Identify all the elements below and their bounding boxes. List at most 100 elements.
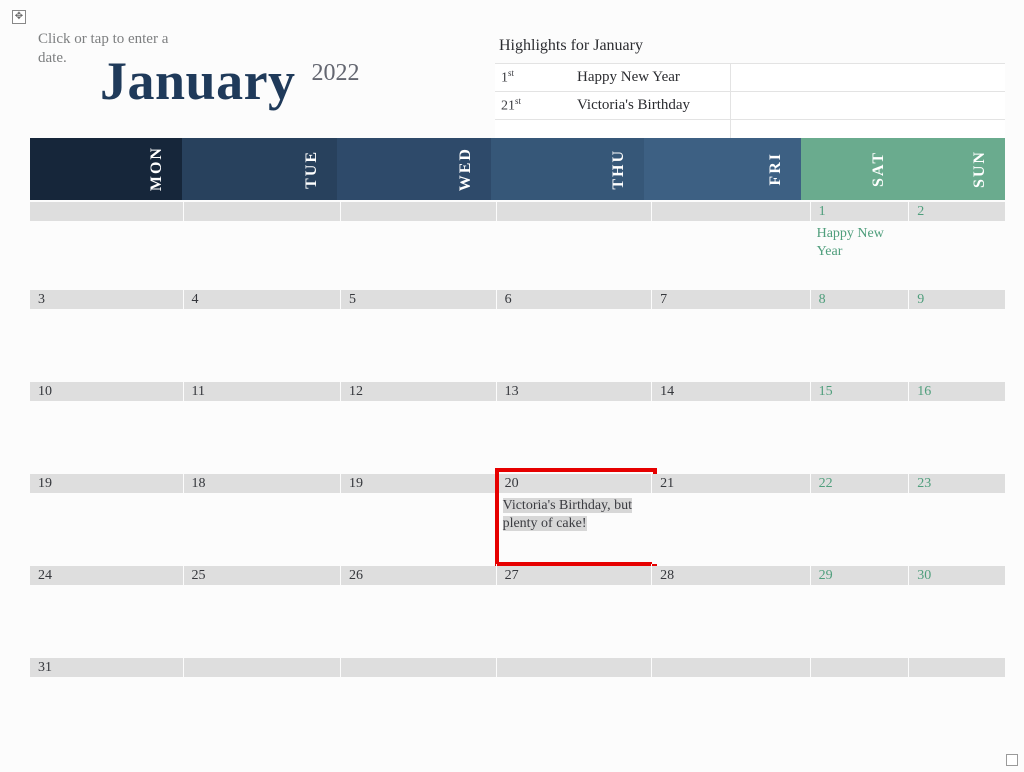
day-body[interactable] bbox=[30, 309, 183, 380]
day-body[interactable] bbox=[909, 493, 1005, 564]
highlight-row[interactable]: 21st Victoria's Birthday bbox=[495, 91, 1005, 119]
day-cell[interactable] bbox=[341, 200, 497, 288]
day-body[interactable] bbox=[184, 677, 341, 748]
day-body[interactable] bbox=[184, 493, 341, 564]
day-body[interactable] bbox=[909, 309, 1005, 380]
day-body[interactable] bbox=[341, 401, 496, 472]
day-cell[interactable]: 5 bbox=[341, 288, 497, 380]
day-body[interactable] bbox=[30, 401, 183, 472]
day-cell[interactable]: 25 bbox=[184, 564, 342, 656]
day-body[interactable] bbox=[497, 677, 652, 748]
day-cell[interactable]: 6 bbox=[497, 288, 653, 380]
day-body[interactable] bbox=[497, 585, 652, 656]
day-number: 5 bbox=[341, 290, 496, 309]
day-body[interactable]: Happy New Year bbox=[811, 221, 909, 288]
day-body[interactable] bbox=[184, 401, 341, 472]
day-body[interactable]: Victoria's Birthday, but plenty of cake! bbox=[497, 493, 652, 564]
day-body[interactable] bbox=[30, 493, 183, 564]
day-cell[interactable] bbox=[184, 200, 342, 288]
day-cell[interactable]: 24 bbox=[30, 564, 184, 656]
highlight-extra-cell[interactable] bbox=[730, 92, 1005, 119]
day-cell[interactable] bbox=[652, 200, 811, 288]
day-cell[interactable]: 26 bbox=[341, 564, 497, 656]
highlight-row[interactable]: 1st Happy New Year bbox=[495, 63, 1005, 91]
day-body[interactable] bbox=[184, 585, 341, 656]
day-body[interactable] bbox=[811, 585, 909, 656]
day-body[interactable] bbox=[184, 309, 341, 380]
day-cell[interactable]: 21 bbox=[652, 472, 811, 564]
day-cell[interactable]: 12 bbox=[341, 380, 497, 472]
title-year[interactable]: 2022 bbox=[312, 60, 360, 86]
day-cell[interactable]: 22 bbox=[811, 472, 910, 564]
day-cell[interactable]: 10 bbox=[30, 380, 184, 472]
day-body[interactable] bbox=[909, 677, 1005, 748]
day-body[interactable] bbox=[497, 309, 652, 380]
day-cell[interactable] bbox=[909, 656, 1005, 748]
day-cell[interactable]: 8 bbox=[811, 288, 910, 380]
day-body[interactable] bbox=[341, 221, 496, 288]
day-body[interactable] bbox=[341, 493, 496, 564]
day-body[interactable] bbox=[184, 221, 341, 288]
day-body[interactable] bbox=[341, 309, 496, 380]
day-cell[interactable]: 9 bbox=[909, 288, 1005, 380]
day-cell[interactable] bbox=[497, 656, 653, 748]
day-cell[interactable] bbox=[30, 200, 184, 288]
day-body[interactable] bbox=[30, 585, 183, 656]
day-body[interactable] bbox=[909, 401, 1005, 472]
day-body[interactable] bbox=[652, 677, 810, 748]
day-cell[interactable]: 14 bbox=[652, 380, 811, 472]
day-header-fri: FRI bbox=[644, 138, 800, 200]
day-body[interactable] bbox=[652, 585, 810, 656]
day-cell[interactable]: 1Happy New Year bbox=[811, 200, 910, 288]
day-body[interactable] bbox=[811, 677, 909, 748]
calendar-page: ✥ Click or tap to enter a date. January … bbox=[0, 0, 1024, 772]
day-body[interactable] bbox=[341, 585, 496, 656]
day-cell[interactable]: 16 bbox=[909, 380, 1005, 472]
day-body[interactable] bbox=[652, 401, 810, 472]
day-body[interactable] bbox=[341, 677, 496, 748]
day-cell[interactable]: 2 bbox=[909, 200, 1005, 288]
table-anchor-icon[interactable]: ✥ bbox=[12, 10, 26, 24]
day-body[interactable] bbox=[811, 401, 909, 472]
day-body[interactable] bbox=[30, 677, 183, 748]
day-body[interactable] bbox=[811, 493, 909, 564]
day-cell[interactable] bbox=[652, 656, 811, 748]
day-cell[interactable] bbox=[184, 656, 342, 748]
day-cell[interactable]: 30 bbox=[909, 564, 1005, 656]
day-cell[interactable]: 19 bbox=[341, 472, 497, 564]
day-cell[interactable] bbox=[811, 656, 910, 748]
day-number: 9 bbox=[909, 290, 1005, 309]
day-body[interactable] bbox=[909, 585, 1005, 656]
day-cell[interactable]: 23 bbox=[909, 472, 1005, 564]
day-number: 12 bbox=[341, 382, 496, 401]
day-cell[interactable]: 4 bbox=[184, 288, 342, 380]
day-body[interactable] bbox=[652, 221, 810, 288]
day-body[interactable] bbox=[811, 309, 909, 380]
day-body[interactable] bbox=[497, 401, 652, 472]
day-body[interactable] bbox=[909, 221, 1005, 288]
day-number bbox=[341, 658, 496, 677]
event-text-selected[interactable]: Victoria's Birthday, but plenty of cake! bbox=[503, 498, 632, 531]
day-body[interactable] bbox=[497, 221, 652, 288]
day-cell[interactable]: 18 bbox=[184, 472, 342, 564]
day-cell[interactable]: 29 bbox=[811, 564, 910, 656]
week-row: 3456789 bbox=[30, 288, 1005, 380]
day-cell[interactable] bbox=[497, 200, 653, 288]
highlight-extra-cell[interactable] bbox=[730, 64, 1005, 91]
title-month[interactable]: January bbox=[100, 50, 296, 112]
day-cell[interactable] bbox=[341, 656, 497, 748]
day-cell[interactable]: 28 bbox=[652, 564, 811, 656]
day-cell[interactable]: 15 bbox=[811, 380, 910, 472]
day-body[interactable] bbox=[652, 309, 810, 380]
day-cell[interactable]: 11 bbox=[184, 380, 342, 472]
day-cell[interactable]: 19 bbox=[30, 472, 184, 564]
day-cell[interactable]: 31 bbox=[30, 656, 184, 748]
day-cell[interactable]: 7 bbox=[652, 288, 811, 380]
day-cell[interactable]: 13 bbox=[497, 380, 653, 472]
day-cell[interactable]: 20Victoria's Birthday, but plenty of cak… bbox=[497, 472, 653, 564]
day-cell[interactable]: 3 bbox=[30, 288, 184, 380]
day-cell[interactable]: 27 bbox=[497, 564, 653, 656]
day-body[interactable] bbox=[652, 493, 810, 564]
day-body[interactable] bbox=[30, 221, 183, 288]
table-resize-handle-icon[interactable] bbox=[1006, 754, 1018, 766]
